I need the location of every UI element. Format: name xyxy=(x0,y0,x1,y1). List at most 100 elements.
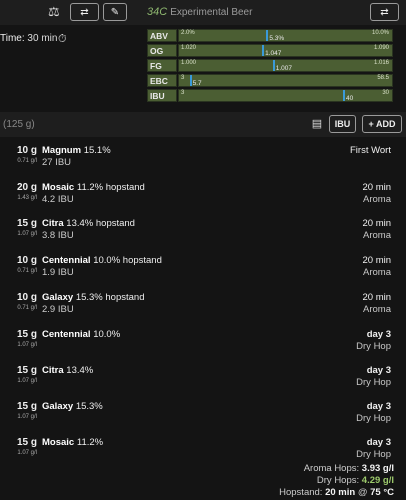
hopstand-line: Hopstand: 20 min @ 75 °C xyxy=(279,487,394,498)
scale-icon[interactable]: ⚖ xyxy=(48,4,60,20)
edit-icon: ✎ xyxy=(110,6,120,18)
hop-variety: Citra xyxy=(42,365,64,376)
hop-row[interactable]: 20 g 1.43 g/l Mosaic 11.2% hopstand 4.2 IBU… xyxy=(0,180,406,218)
hop-stage: hopstand xyxy=(122,255,162,266)
swap-button[interactable]: ⇄ xyxy=(70,3,99,21)
hop-time: First Wort xyxy=(350,145,391,156)
hop-name: Citra 13.4% xyxy=(42,365,93,376)
hop-time: day 3 xyxy=(366,365,391,376)
hop-summary: Aroma Hops: 3.93 g/l Dry Hops: 4.29 g/l … xyxy=(279,463,394,499)
hop-row[interactable]: 15 g 1.07 g/l Centennial 10.0% day 3 Dry Ho… xyxy=(0,327,406,365)
hop-row[interactable]: 10 g 0.71 g/l Magnum 15.1% 27 IBU First Wor… xyxy=(0,143,406,181)
hop-use: Aroma xyxy=(363,230,391,241)
hop-row[interactable]: 10 g 0.71 g/l Centennial 10.0% hopstand 1.9… xyxy=(0,253,406,291)
stat-marker xyxy=(262,45,265,56)
hop-alpha: 13.4% xyxy=(66,218,94,229)
time-label: Time: xyxy=(0,33,25,44)
hop-density: 0.71 g/l xyxy=(17,268,37,274)
hop-amount: 15 g xyxy=(16,401,37,412)
stat-max: 58.5 xyxy=(377,75,389,81)
brand-logo: 34C xyxy=(147,6,168,18)
hop-alpha: 11.2% xyxy=(76,437,104,448)
hop-use: Aroma xyxy=(363,194,391,205)
hop-name: Galaxy 15.3% hopstand xyxy=(42,292,144,303)
hop-use: Dry Hop xyxy=(356,449,391,460)
stat-marker xyxy=(343,90,345,101)
hop-amount: 10 g xyxy=(16,145,37,156)
hop-ibu: 2.9 IBU xyxy=(42,304,74,315)
hop-name: Centennial 10.0% hopstand xyxy=(42,255,162,266)
hop-density: 1.43 g/l xyxy=(17,195,37,201)
hop-alpha: 11.2% xyxy=(76,182,104,193)
hop-density: 1.07 g/l xyxy=(17,231,37,237)
hop-ibu: 1.9 IBU xyxy=(42,267,74,278)
stat-value: 40 xyxy=(346,95,354,102)
stat-row-fg: FG 1.000 1.016 1.007 xyxy=(147,59,393,73)
stat-max: 1.016 xyxy=(373,60,389,66)
hop-variety: Magnum xyxy=(42,145,82,156)
hop-alpha: 10.0% xyxy=(93,329,121,340)
hop-row[interactable]: 15 g 1.07 g/l Citra 13.4% hopstand 3.8 IBU 2… xyxy=(0,216,406,254)
swap-button-right[interactable]: ⇄ xyxy=(370,3,399,21)
hop-ibu: 27 IBU xyxy=(42,157,72,168)
stat-bar: 3 58.5 5.7 xyxy=(178,74,393,87)
hop-use: Dry Hop xyxy=(356,413,391,424)
hop-row[interactable]: 15 g 1.07 g/l Galaxy 15.3% day 3 Dry Hop xyxy=(0,399,406,437)
hop-variety: Citra xyxy=(42,218,64,229)
time-display: Time: 30 min xyxy=(0,33,57,44)
hop-name: Magnum 15.1% xyxy=(42,145,111,156)
hop-variety: Mosaic xyxy=(42,182,75,193)
hop-variety: Galaxy xyxy=(42,292,74,303)
list-icon[interactable]: ▤ xyxy=(310,117,324,131)
time-value: 30 min xyxy=(27,33,58,44)
swap-icon: ⇄ xyxy=(80,6,89,18)
stat-marker xyxy=(272,60,275,71)
hop-variety: Mosaic xyxy=(42,437,75,448)
stat-label: IBU xyxy=(147,89,177,102)
hop-variety: Galaxy xyxy=(42,401,74,412)
beer-name: Experimental Beer xyxy=(170,6,253,18)
hop-use: Aroma xyxy=(363,267,391,278)
stat-label: FG xyxy=(147,59,177,72)
hopstand-temp: 75 °C xyxy=(370,487,394,498)
hop-time: day 3 xyxy=(366,437,391,448)
stat-row-og: OG 1.020 1.090 1.047 xyxy=(147,44,393,58)
hop-amount: 15 g xyxy=(16,365,37,376)
stat-max: 30 xyxy=(382,90,389,96)
swap-icon: ⇄ xyxy=(380,6,389,18)
hop-amount: 15 g xyxy=(16,437,37,448)
stat-marker xyxy=(266,30,269,41)
hop-time: 20 min xyxy=(362,182,391,193)
hop-stage: hopstand xyxy=(105,292,145,303)
hop-amount: 15 g xyxy=(16,218,37,229)
hop-row[interactable]: 10 g 0.71 g/l Galaxy 15.3% hopstand 2.9 IBU… xyxy=(0,290,406,328)
hops-total: (125 g) xyxy=(3,119,35,130)
hop-amount: 10 g xyxy=(16,292,37,303)
hop-variety: Centennial xyxy=(42,255,91,266)
hop-stage: hopstand xyxy=(95,218,135,229)
stat-row-ebc: EBC 3 58.5 5.7 xyxy=(147,74,393,88)
aroma-hops-line: Aroma Hops: 3.93 g/l xyxy=(303,463,394,474)
timer-icon[interactable]: ⏱ xyxy=(58,33,67,46)
hop-row[interactable]: 15 g 1.07 g/l Citra 13.4% day 3 Dry Hop xyxy=(0,363,406,401)
stat-value: 5.3% xyxy=(269,35,285,42)
hop-alpha: 13.4% xyxy=(66,365,94,376)
stat-label: EBC xyxy=(147,74,177,87)
hop-amount: 20 g xyxy=(16,182,37,193)
hop-variety: Centennial xyxy=(42,329,91,340)
hop-ibu: 4.2 IBU xyxy=(42,194,74,205)
hop-time: day 3 xyxy=(366,329,391,340)
ibu-button[interactable]: IBU xyxy=(329,115,356,133)
hop-use: Aroma xyxy=(363,304,391,315)
edit-button[interactable]: ✎ xyxy=(103,3,127,21)
stat-value: 5.7 xyxy=(192,80,202,87)
hop-name: Galaxy 15.3% xyxy=(42,401,103,412)
stat-min: 1.000 xyxy=(181,60,197,66)
stat-min: 3 xyxy=(181,75,185,81)
hop-density: 0.71 g/l xyxy=(17,158,37,164)
beer-title: 34C Experimental Beer xyxy=(147,6,252,18)
hop-use: Dry Hop xyxy=(356,377,391,388)
hop-time: 20 min xyxy=(362,255,391,266)
add-hop-button[interactable]: + ADD xyxy=(362,115,402,133)
hop-name: Centennial 10.0% xyxy=(42,329,120,340)
